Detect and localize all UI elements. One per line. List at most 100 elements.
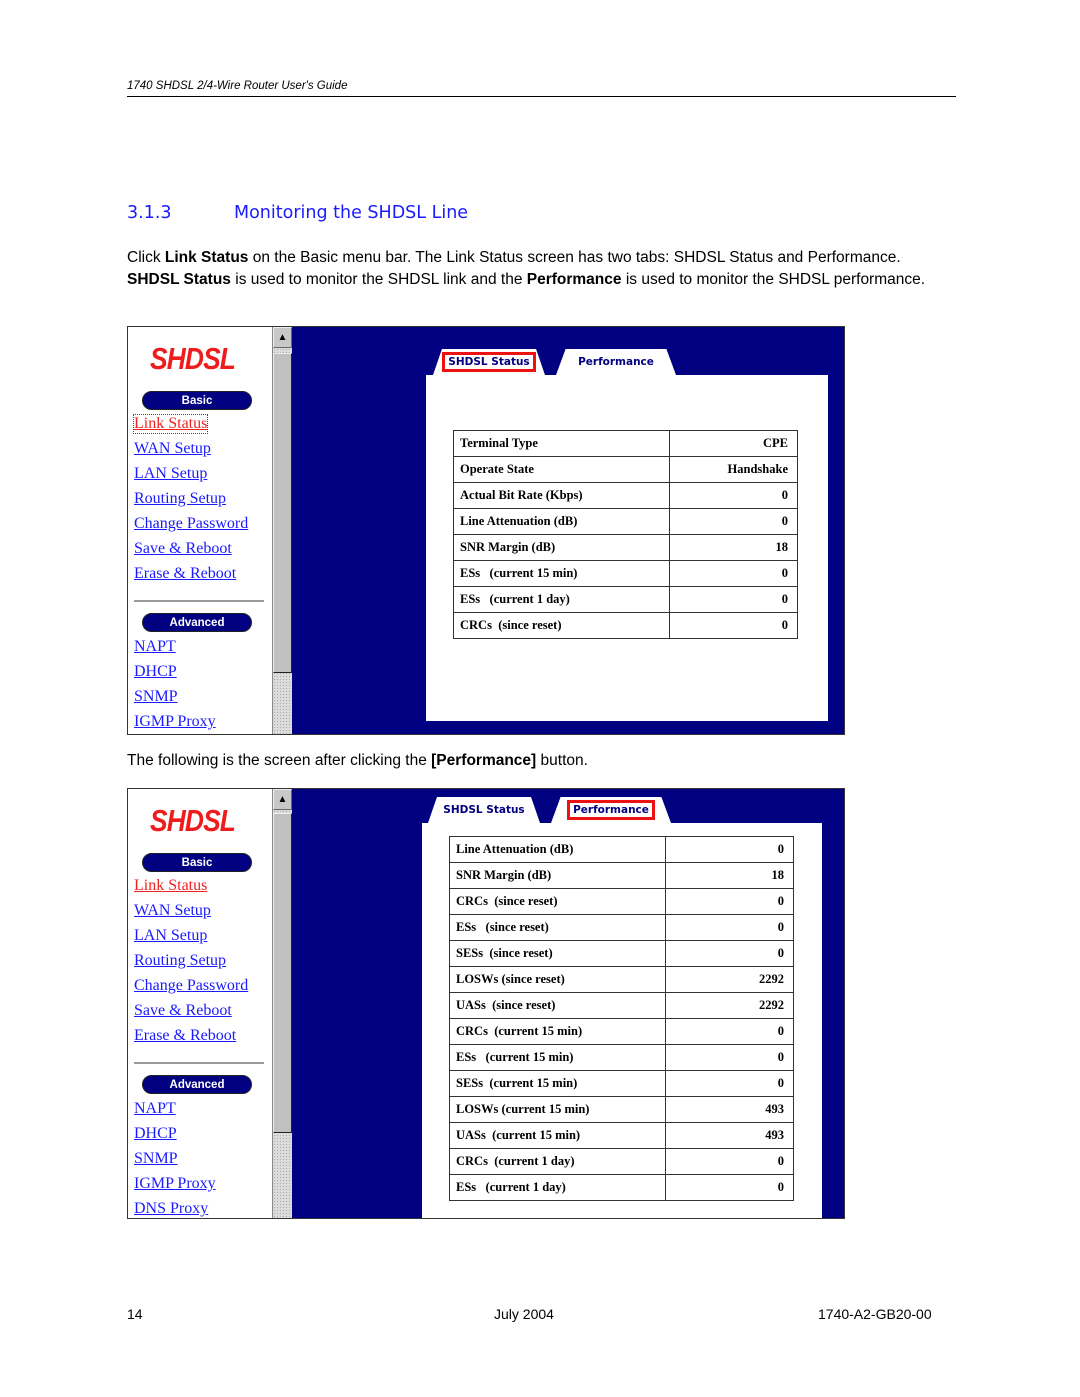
nav-link-change-password[interactable]: Change Password [134,977,248,995]
row-label: Actual Bit Rate (Kbps) [453,482,670,509]
table-row: Actual Bit Rate (Kbps) 0 [453,482,798,509]
row-value: 493 [665,1122,794,1149]
nav-link-wan-setup[interactable]: WAN Setup [134,440,211,458]
tab-performance[interactable]: Performance [551,797,671,823]
text-run: is used to monitor the SHDSL link and th… [230,270,527,288]
section-heading: 3.1.3 Monitoring the SHDSL Line [127,203,468,223]
nav-link-igmp-proxy[interactable]: IGMP Proxy [134,1175,216,1193]
nav-link-dhcp[interactable]: DHCP [134,1125,177,1143]
row-value: 0 [665,1174,794,1201]
table-row: SNR Margin (dB) 18 [449,862,794,889]
table-row: UASs (since reset) 2292 [449,992,794,1019]
scroll-thumb[interactable] [273,353,292,673]
row-label: CRCs (current 1 day) [449,1148,666,1175]
nav-link-dhcp[interactable]: DHCP [134,663,177,681]
nav-link-erase-reboot[interactable]: Erase & Reboot [134,565,236,583]
shdsl-logo: SHDSL [150,803,236,838]
row-value: 18 [665,862,794,889]
scroll-up-icon[interactable]: ▲ [273,789,292,810]
row-value: 0 [669,586,798,613]
row-label: Terminal Type [453,430,670,457]
tab-performance[interactable]: Performance [556,349,676,375]
nav-link-dns-proxy[interactable]: DNS Proxy [134,1200,208,1218]
nav-link-routing-setup[interactable]: Routing Setup [134,490,226,508]
menu-divider [134,1062,264,1064]
sidebar-scrollbar[interactable]: ▲ [272,327,292,734]
row-value: 2292 [665,966,794,993]
row-value: 0 [665,888,794,915]
row-label: SNR Margin (dB) [453,534,670,561]
nav-link-wan-setup[interactable]: WAN Setup [134,902,211,920]
row-value: 0 [669,560,798,587]
shdsl-logo: SHDSL [150,341,236,376]
nav-link-napt[interactable]: NAPT [134,1100,176,1118]
performance-caption: The following is the screen after clicki… [127,750,957,772]
text-run: The following is the screen after clicki… [127,752,432,769]
nav-link-change-password[interactable]: Change Password [134,515,248,533]
row-label: SESs (since reset) [449,940,666,967]
nav-link-link-status[interactable]: Link Status [134,877,207,895]
row-label: ESs (current 1 day) [453,586,670,613]
nav-link-save-reboot[interactable]: Save & Reboot [134,540,232,558]
row-value: CPE [669,430,798,457]
menu-divider [134,600,264,602]
table-row: CRCs (since reset) 0 [449,888,794,915]
nav-link-lan-setup[interactable]: LAN Setup [134,465,207,483]
table-row: CRCs (current 1 day) 0 [449,1148,794,1175]
text-run: Click [127,249,165,266]
row-label: LOSWs (current 15 min) [449,1096,666,1123]
row-label: ESs (since reset) [449,914,666,941]
nav-link-erase-reboot[interactable]: Erase & Reboot [134,1027,236,1045]
row-label: UASs (current 15 min) [449,1122,666,1149]
status-table: Line Attenuation (dB) 0 SNR Margin (dB) 18 C… [449,836,794,1201]
row-value: Handshake [669,456,798,483]
table-row: Terminal Type CPE [453,430,798,457]
text-run: is used to monitor the SHDSL performance… [621,270,926,288]
section-title: Monitoring the SHDSL Line [234,203,469,223]
table-row: Line Attenuation (dB) 0 [453,508,798,535]
tab-shdsl-status[interactable]: SHDSL Status [433,349,545,375]
table-row: ESs (since reset) 0 [449,914,794,941]
scroll-thumb[interactable] [273,813,292,1133]
sidebar-menu: SHDSL Basic Link Status WAN Setup LAN Setup R… [128,789,272,1218]
row-label: ESs (current 15 min) [453,560,670,587]
row-value: 0 [665,836,794,863]
text-run: on the Basic menu bar. The Link Status s… [248,249,901,266]
text-bold: SHDSL Status [127,270,231,288]
tab-shdsl-status[interactable]: SHDSL Status [428,797,540,823]
text-bold: Link Status [164,249,249,266]
nav-link-lan-setup[interactable]: LAN Setup [134,927,207,945]
sidebar-scrollbar[interactable]: ▲ [272,789,292,1218]
text-bold: [Performance] [431,752,537,769]
basic-menu-header: Basic [142,853,252,872]
tab-label: SHDSL Status [443,804,525,816]
nav-link-save-reboot[interactable]: Save & Reboot [134,1002,232,1020]
nav-link-igmp-proxy[interactable]: IGMP Proxy [134,713,216,731]
row-label: ESs (current 15 min) [449,1044,666,1071]
row-value: 18 [669,534,798,561]
scroll-up-icon[interactable]: ▲ [273,327,292,348]
row-value: 0 [665,1070,794,1097]
row-label: Line Attenuation (dB) [449,836,666,863]
nav-link-snmp[interactable]: SNMP [134,1150,178,1168]
table-row: Line Attenuation (dB) 0 [449,836,794,863]
row-value: 0 [669,612,798,639]
nav-link-snmp[interactable]: SNMP [134,688,178,706]
advanced-menu-header: Advanced [142,1075,252,1094]
screenshot-shdsl-status: SHDSL Basic Link Status WAN Setup LAN Setup R… [127,326,845,735]
table-row: Operate State Handshake [453,456,798,483]
tab-label: Performance [578,356,654,368]
header-rule [127,96,956,97]
nav-link-routing-setup[interactable]: Routing Setup [134,952,226,970]
nav-link-link-status[interactable]: Link Status [132,414,209,434]
row-value: 0 [669,482,798,509]
row-label: Operate State [453,456,670,483]
footer-doc-id: 1740-A2-GB20-00 [818,1306,932,1322]
section-number: 3.1.3 [127,203,172,223]
page-number: 14 [127,1306,143,1322]
table-row: SESs (since reset) 0 [449,940,794,967]
table-row: ESs (current 15 min) 0 [453,560,798,587]
nav-link-napt[interactable]: NAPT [134,638,176,656]
row-label: LOSWs (since reset) [449,966,666,993]
row-value: 0 [665,1148,794,1175]
